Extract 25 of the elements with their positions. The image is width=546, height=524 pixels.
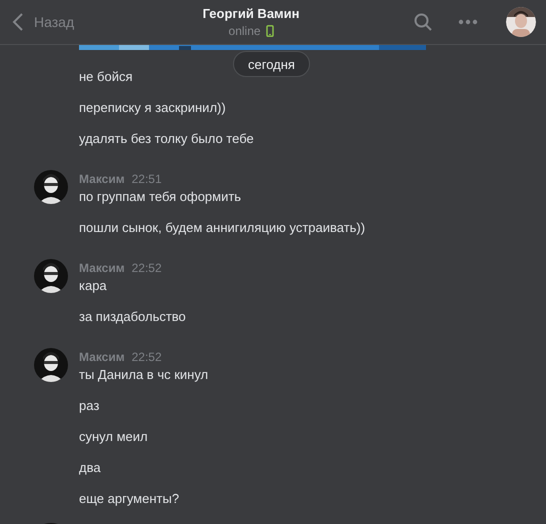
message-time: 22:52 xyxy=(132,261,162,275)
search-icon[interactable] xyxy=(414,13,432,31)
date-divider: сегодня xyxy=(233,51,310,77)
message-text: по группам тебя оформить xyxy=(79,188,242,205)
message-text: ты Данила в чс кинул xyxy=(79,366,208,383)
author-name[interactable]: Максим xyxy=(79,261,125,275)
message-text: сунул меил xyxy=(79,428,149,445)
message-text: не бойся xyxy=(79,68,134,85)
message-time: 22:52 xyxy=(132,350,162,364)
message-text: еще аргументы? xyxy=(79,490,180,507)
author-name[interactable]: Максим xyxy=(79,172,125,186)
more-icon[interactable] xyxy=(458,19,478,25)
author-name[interactable]: Максим xyxy=(79,350,125,364)
message-text: два xyxy=(79,459,102,476)
message-text: раз xyxy=(79,397,100,414)
online-status: online xyxy=(228,24,261,38)
message-text: за пиздабольство xyxy=(79,308,186,325)
message-text: переписку я заскринил)) xyxy=(79,99,227,116)
contact-name[interactable]: Георгий Вамин xyxy=(202,6,300,21)
message-text: пошли сынок, будем аннигиляцию устраивать)) xyxy=(79,219,366,236)
message-text: удалять без толку было тебе xyxy=(79,130,254,147)
back-button[interactable]: Назад xyxy=(12,13,74,31)
chevron-left-icon xyxy=(12,13,24,31)
message-time: 22:51 xyxy=(132,172,162,186)
message-text: кара xyxy=(79,277,108,294)
